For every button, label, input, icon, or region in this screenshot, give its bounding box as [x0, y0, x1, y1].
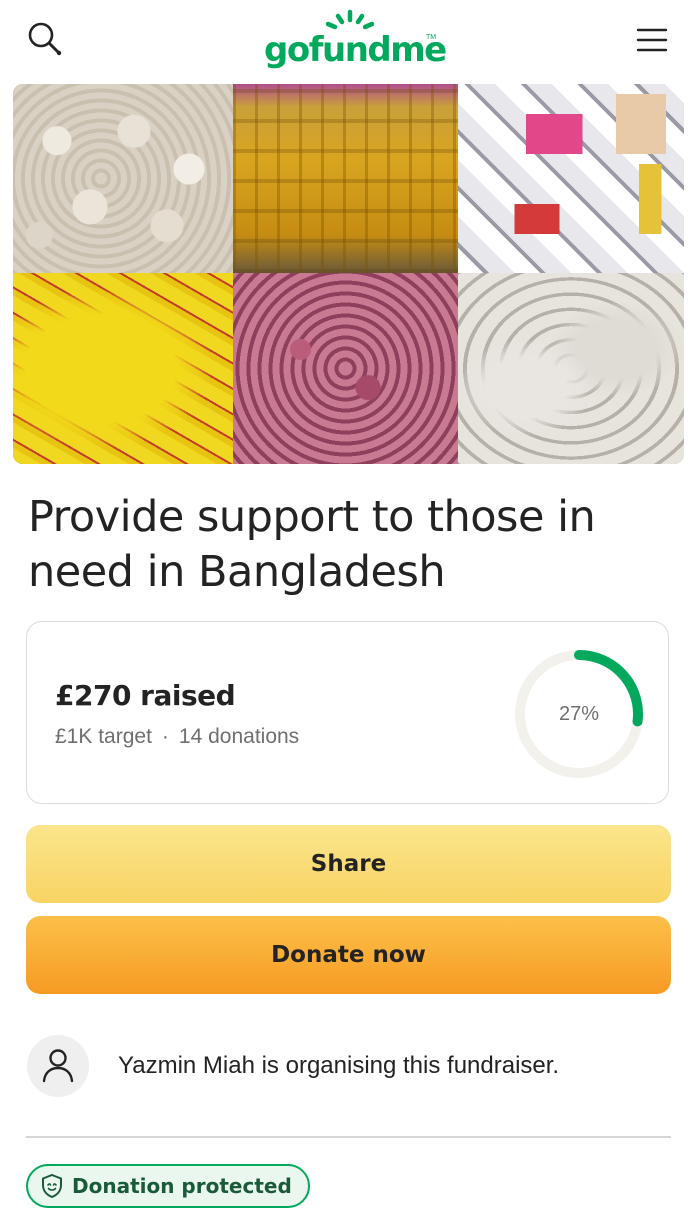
campaign-title: Provide support to those in need in Bang… — [28, 492, 596, 597]
photo-garlic-bags — [13, 84, 233, 273]
photo-grocery-items — [458, 84, 684, 273]
gofundme-logo[interactable]: gofundme TM — [258, 8, 447, 72]
campaign-photo-collage[interactable] — [13, 84, 684, 464]
progress-ring: 27% — [511, 646, 647, 782]
meta-separator: · — [161, 725, 169, 748]
photo-yellow-packets — [13, 273, 233, 464]
donation-count[interactable]: 14 donations — [179, 725, 299, 748]
section-divider — [26, 1136, 671, 1138]
photo-rice-sacks — [458, 273, 684, 464]
search-button[interactable] — [24, 18, 68, 62]
donation-protected-label: Donation protected — [72, 1174, 292, 1198]
share-button[interactable]: Share — [26, 825, 671, 903]
logo-wordmark: gofundme — [264, 30, 447, 70]
photo-onion-bags — [233, 273, 458, 464]
shield-icon — [42, 1173, 62, 1199]
organiser-avatar — [27, 1035, 89, 1097]
logo-trademark: TM — [426, 34, 437, 41]
top-nav-bar: gofundme TM — [0, 0, 697, 80]
target-amount: £1K target — [55, 725, 152, 748]
photo-cooking-oil-bottles — [233, 84, 458, 273]
target-and-donations: £1K target · 14 donations — [55, 725, 299, 749]
user-icon — [42, 1049, 74, 1083]
amount-raised: £270 raised — [55, 679, 236, 712]
organiser-text: Yazmin Miah is organising this fundraise… — [118, 1052, 560, 1079]
donation-protected-badge[interactable]: Donation protected — [26, 1164, 310, 1208]
donation-progress-card: £270 raised £1K target · 14 donations 27% — [26, 621, 669, 804]
menu-button[interactable] — [628, 18, 676, 62]
progress-percent: 27% — [558, 702, 600, 725]
donate-now-button[interactable]: Donate now — [26, 916, 671, 994]
hamburger-menu-icon — [636, 28, 668, 52]
search-icon — [28, 22, 62, 56]
